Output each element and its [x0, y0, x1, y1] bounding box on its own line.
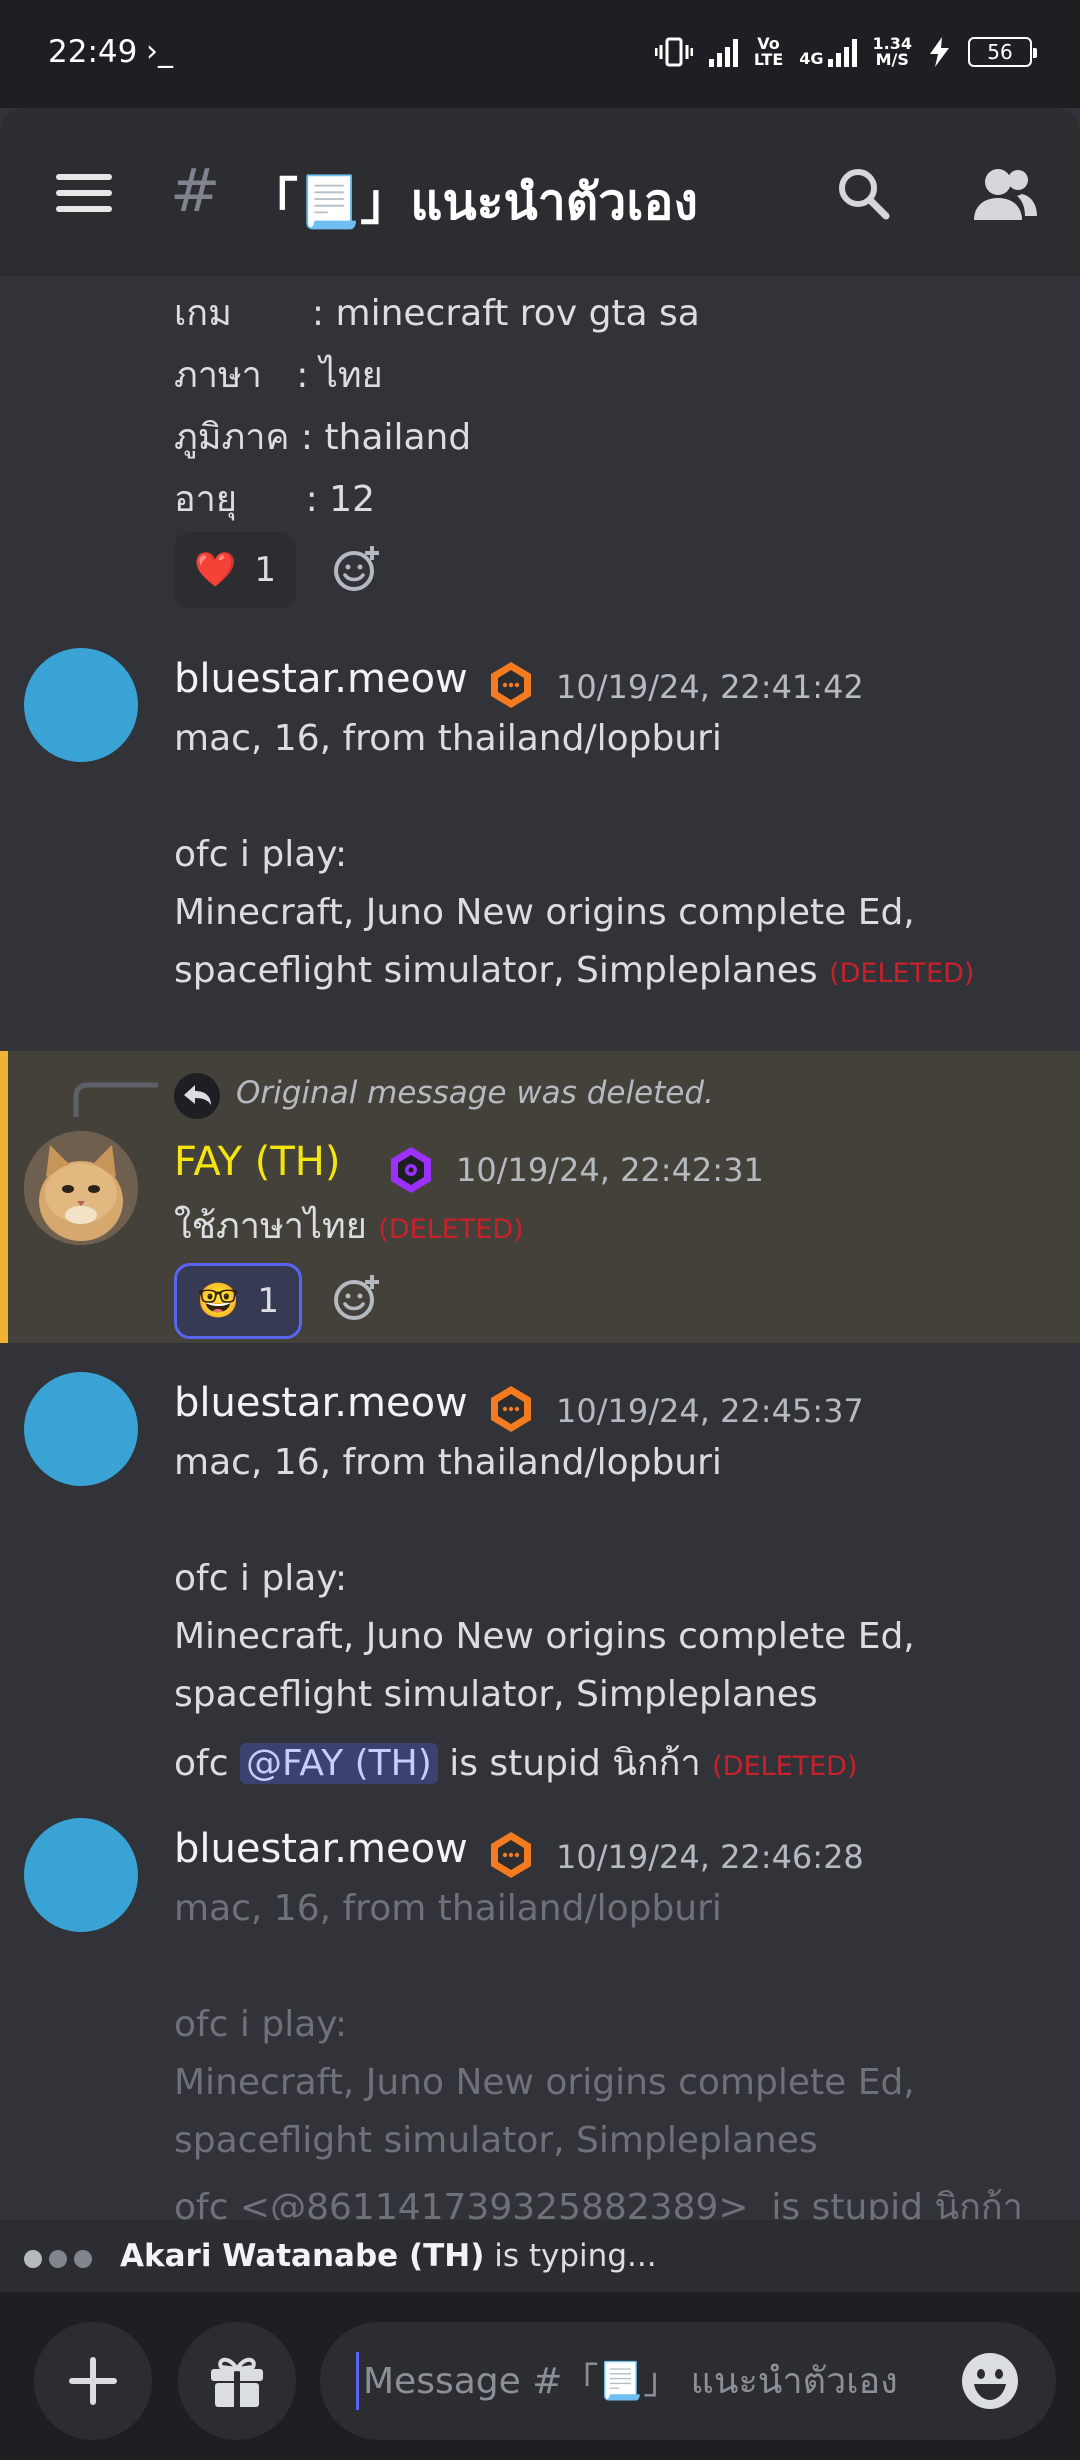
channel-title: 「📃」แนะนำตัวเอง: [248, 173, 698, 231]
signal-4g: 4G: [799, 37, 857, 68]
message-line: mac, 16, from thailand/lopburi: [174, 1442, 722, 1483]
typing-text: Akari Watanabe (TH) is typing...: [120, 2238, 657, 2274]
status-icons: Vo LTE 4G 1.34 M/S 56: [654, 34, 1037, 69]
deleted-tag: (DELETED): [378, 1214, 524, 1245]
avatar-cat[interactable]: [24, 1131, 138, 1245]
heart-emoji: ❤️: [194, 550, 237, 590]
timestamp: 10/19/24, 22:46:28: [556, 1838, 864, 1876]
server-tag-badge-icon: [491, 1832, 531, 1878]
vibrate-icon: [654, 37, 693, 67]
server-tag-badge-icon: [491, 662, 531, 708]
menu-icon[interactable]: [56, 174, 112, 212]
message-line: อายุ : 12: [174, 479, 375, 520]
message-text: ใช้ภาษาไทย: [174, 1206, 367, 1247]
net-4g-label: 4G: [799, 49, 824, 68]
add-reaction-icon[interactable]: [332, 544, 382, 594]
message-line: Minecraft, Juno New origins complete Ed,: [174, 892, 915, 933]
username[interactable]: bluestar.meow: [174, 1826, 468, 1872]
message-line: ofc i play:: [174, 1558, 348, 1599]
message-text: spaceflight simulator, Simpleplanes: [174, 950, 818, 991]
charging-icon: [930, 37, 949, 67]
message-line-last: spaceflight simulator, Simpleplanes (DEL…: [174, 950, 974, 991]
user-mention[interactable]: @FAY (TH): [239, 1743, 438, 1784]
plus-icon: [69, 2357, 117, 2405]
gift-button[interactable]: [178, 2322, 296, 2440]
message-text: is stupid นิกก้า: [437, 1743, 701, 1784]
nerd-emoji: 🤓: [197, 1281, 240, 1321]
typing-suffix: is typing...: [484, 2238, 657, 2274]
message-line: เกม : minecraft rov gta sa: [174, 293, 700, 334]
deleted-tag: (DELETED): [712, 1751, 858, 1782]
reply-connector: [73, 1082, 158, 1117]
message-line-last: ใช้ภาษาไทย (DELETED): [174, 1197, 524, 1254]
reply-note[interactable]: Original message was deleted.: [236, 1075, 714, 1111]
members-icon[interactable]: [972, 166, 1038, 222]
message-box[interactable]: [320, 2322, 1056, 2440]
reaction-count: 1: [254, 550, 276, 590]
status-bar: 22:49 ›_ Vo LTE 4G 1.34 M/S 56: [0, 0, 1080, 108]
reply-icon: [174, 1073, 220, 1119]
avatar[interactable]: [24, 1818, 138, 1932]
status-time: 22:49: [48, 34, 138, 70]
message-line: ofc <@861141739325882389> is stupid นิกก…: [174, 2187, 1023, 2220]
battery-level: 56: [987, 40, 1013, 64]
message-list[interactable]: เกม : minecraft rov gta sa ภาษา : ไทย ภู…: [0, 276, 1080, 2220]
message-line: Minecraft, Juno New origins complete Ed,: [174, 1616, 915, 1657]
terminal-icon: ›_: [146, 34, 173, 69]
username[interactable]: bluestar.meow: [174, 1380, 468, 1426]
message-composer: [0, 2292, 1080, 2460]
emoji-picker-icon[interactable]: [960, 2351, 1020, 2411]
message-input[interactable]: [356, 2352, 916, 2410]
username[interactable]: bluestar.meow: [174, 656, 468, 702]
typing-dots-icon: [24, 2250, 92, 2268]
server-tag-badge-icon: [491, 1386, 531, 1432]
message-line: mac, 16, from thailand/lopburi: [174, 718, 722, 759]
message-line: spaceflight simulator, Simpleplanes: [174, 2120, 818, 2161]
message-line: ofc i play:: [174, 834, 348, 875]
battery-icon: 56: [968, 37, 1037, 67]
message-line: spaceflight simulator, Simpleplanes: [174, 1674, 818, 1715]
gift-icon: [211, 2357, 263, 2407]
message-text: ofc: [174, 1743, 229, 1784]
message-line: ภูมิภาค : thailand: [174, 417, 472, 458]
signal-icon: [708, 37, 738, 67]
timestamp: 10/19/24, 22:42:31: [456, 1151, 764, 1189]
message-line-last: ofc @FAY (TH) is stupid นิกก้า (DELETED): [174, 1734, 858, 1791]
message-line: Minecraft, Juno New origins complete Ed,: [174, 2062, 915, 2103]
reaction-count: 1: [257, 1281, 279, 1321]
avatar[interactable]: [24, 1372, 138, 1486]
server-tag-badge-icon: [391, 1147, 431, 1193]
timestamp: 10/19/24, 22:41:42: [556, 668, 864, 706]
hash-icon: #: [170, 156, 221, 226]
signal-icon-2: [827, 37, 857, 67]
volte-label: Vo LTE: [753, 34, 784, 69]
username[interactable]: FAY (TH): [174, 1139, 340, 1185]
search-icon[interactable]: [836, 166, 892, 222]
add-attachment-button[interactable]: [34, 2322, 152, 2440]
speed-label: 1.34 M/S: [872, 34, 912, 69]
reaction-heart[interactable]: ❤️ 1: [174, 532, 296, 608]
avatar[interactable]: [24, 648, 138, 762]
message-line: ภาษา : ไทย: [174, 355, 383, 396]
message-line: mac, 16, from thailand/lopburi: [174, 1888, 722, 1929]
typing-user: Akari Watanabe (TH): [120, 2238, 485, 2274]
message-line: ofc i play:: [174, 2004, 348, 2045]
timestamp: 10/19/24, 22:45:37: [556, 1392, 864, 1430]
typing-indicator: Akari Watanabe (TH) is typing...: [0, 2220, 1080, 2292]
reaction-nerd[interactable]: 🤓 1: [174, 1263, 302, 1339]
channel-header: # 「📃」แนะนำตัวเอง: [0, 108, 1080, 276]
add-reaction-icon[interactable]: [332, 1273, 382, 1323]
deleted-tag: (DELETED): [829, 958, 975, 989]
